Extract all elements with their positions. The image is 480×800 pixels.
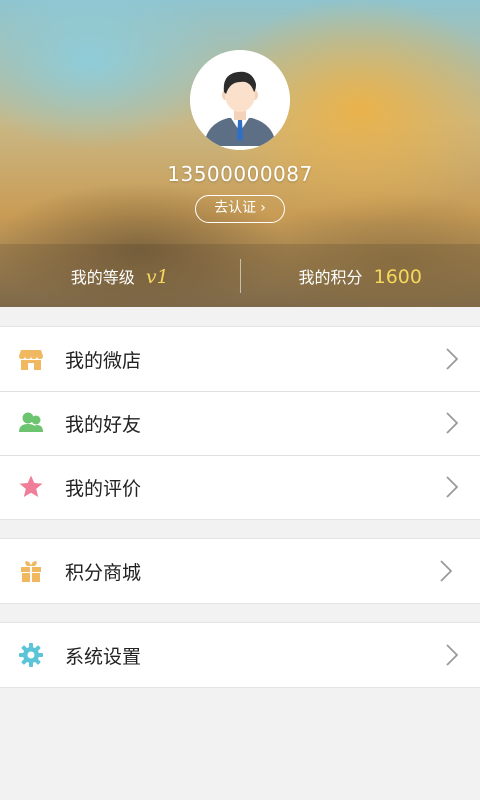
menu-item-label: 积分商城 <box>65 561 142 584</box>
level-label: 我的等级 <box>70 267 135 287</box>
chevron-right-icon: › <box>260 200 266 216</box>
avatar[interactable] <box>190 50 290 150</box>
users-icon <box>19 412 43 432</box>
gear-icon <box>19 643 43 667</box>
chevron-right-icon <box>440 560 452 582</box>
menu-group-mall: 积分商城 <box>0 538 480 604</box>
user-avatar-icon <box>190 50 290 150</box>
menu-item-label: 我的微店 <box>65 349 142 372</box>
menu-item-reviews[interactable]: 我的评价 <box>0 455 480 519</box>
chevron-right-icon <box>446 476 458 498</box>
menu-item-label: 我的好友 <box>65 413 142 436</box>
gift-icon <box>21 561 41 582</box>
profile-header: 13500000087 去认证 › 我的等级 v1 我的积分 1600 <box>0 0 480 307</box>
menu-group-main: 我的微店 我的好友 我的评价 <box>0 326 480 520</box>
store-icon <box>19 350 43 370</box>
menu-item-mall[interactable]: 积分商城 <box>0 539 480 603</box>
chevron-right-icon <box>446 348 458 370</box>
phone-number: 13500000087 <box>167 162 313 186</box>
level-stat[interactable]: 我的等级 v1 <box>0 264 240 288</box>
points-value: 1600 <box>373 265 422 288</box>
menu-item-settings[interactable]: 系统设置 <box>0 623 480 687</box>
verify-label: 去认证 <box>214 200 257 216</box>
stats-bar: 我的等级 v1 我的积分 1600 <box>0 244 480 307</box>
points-label: 我的积分 <box>298 267 363 287</box>
menu-item-friends[interactable]: 我的好友 <box>0 391 480 455</box>
menu-item-label: 我的评价 <box>65 477 142 500</box>
menu-item-label: 系统设置 <box>65 645 142 668</box>
chevron-right-icon <box>446 644 458 666</box>
star-icon <box>19 475 43 497</box>
chevron-right-icon <box>446 412 458 434</box>
points-stat[interactable]: 我的积分 1600 <box>241 264 480 288</box>
level-value: v1 <box>145 265 169 288</box>
verify-button[interactable]: 去认证 › <box>195 195 285 223</box>
menu-group-settings: 系统设置 <box>0 622 480 688</box>
menu-item-shop[interactable]: 我的微店 <box>0 327 480 391</box>
